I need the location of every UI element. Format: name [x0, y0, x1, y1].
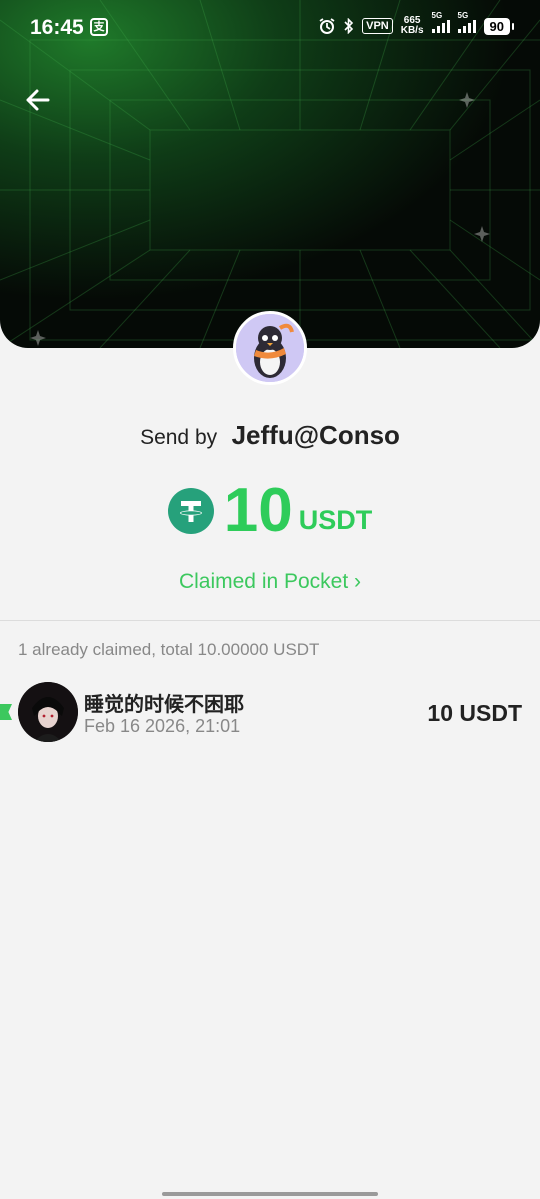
network-type-2: 5G: [457, 11, 469, 20]
network-speed: 665 KB/s: [401, 16, 424, 36]
vpn-badge: VPN: [362, 18, 393, 34]
signal-1-icon: 5G: [431, 11, 450, 33]
amount-display: 10 USDT: [0, 478, 540, 544]
bluetooth-icon: [344, 18, 354, 34]
signal-2-icon: 5G: [457, 11, 476, 33]
tether-usdt-icon: [167, 488, 214, 534]
sender-avatar: [233, 311, 307, 385]
claimer-avatar: [18, 682, 78, 742]
status-time: 16:45: [30, 16, 84, 39]
status-bar: 16:45 支 VPN 665 KB/s 5G 5G 90: [0, 0, 540, 56]
battery-icon: 90: [483, 17, 515, 35]
claim-time: Feb 16 2026, 21:01: [84, 716, 241, 736]
header-banner: 16:45 支 VPN 665 KB/s 5G 5G 90: [0, 0, 540, 348]
penguin-avatar-icon: [236, 314, 304, 382]
best-luck-flag-icon: [0, 704, 12, 720]
list-item[interactable]: 睡觉的时候不困耶 Feb 16 2026, 21:01 10 USDT: [0, 682, 540, 744]
claimed-in-pocket-link[interactable]: Claimed in Pocket ›: [0, 570, 540, 594]
claim-amount: 10 USDT: [427, 700, 522, 726]
speed-unit: KB/s: [400, 25, 424, 36]
claimer-name: 睡觉的时候不困耶: [84, 694, 244, 716]
sender-name: Jeffu@Conso: [231, 420, 400, 450]
status-icons: VPN 665 KB/s 5G 5G 90: [318, 11, 515, 36]
divider: [0, 620, 540, 621]
amount-unit: USDT: [298, 505, 373, 535]
amount-value: 10: [223, 476, 293, 545]
network-type-1: 5G: [431, 11, 443, 20]
home-indicator[interactable]: [162, 1192, 378, 1196]
sender-line: Send by Jeffu@Conso: [0, 420, 540, 451]
sender-prefix: Send by: [140, 426, 218, 449]
claim-summary: 1 already claimed, total 10.00000 USDT: [18, 640, 320, 659]
app-notification-icon: 支: [90, 18, 108, 36]
alarm-icon: [319, 18, 335, 34]
back-arrow-icon[interactable]: [20, 82, 56, 118]
